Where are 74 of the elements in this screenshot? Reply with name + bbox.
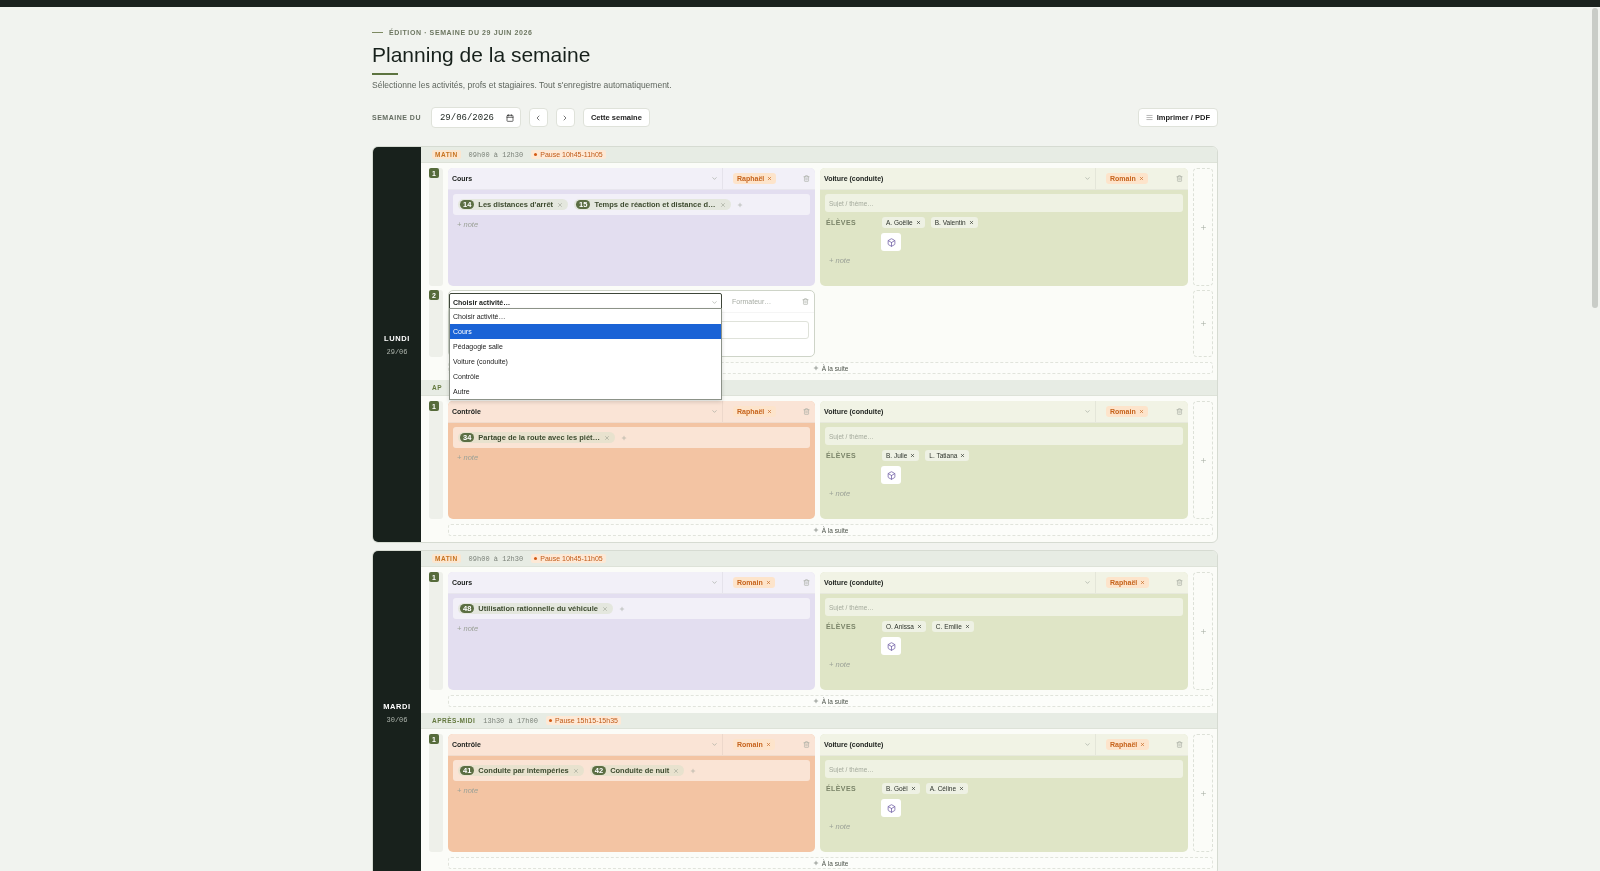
chevron-down-icon	[711, 741, 718, 748]
scrollbar-thumb[interactable]	[1592, 8, 1598, 308]
chevron-down-icon	[1084, 408, 1091, 415]
page-title: Planning de la semaine	[372, 43, 592, 67]
add-slot-button[interactable]	[1193, 734, 1213, 852]
plus-icon	[812, 860, 819, 866]
trash-icon	[1176, 741, 1183, 748]
remove-icon	[910, 453, 916, 458]
remove-icon	[915, 220, 921, 225]
add-slot-button[interactable]	[1193, 290, 1213, 357]
cube-button[interactable]	[881, 637, 901, 655]
cube-icon	[886, 470, 896, 480]
plus-icon	[1199, 320, 1207, 327]
plus-icon	[618, 605, 625, 612]
lines-icon	[1145, 114, 1153, 121]
chevron-down-icon	[711, 408, 718, 415]
trash-icon	[802, 298, 809, 305]
remove-icon	[916, 624, 922, 629]
plus-icon	[812, 365, 819, 371]
remove-icon	[604, 434, 611, 441]
remove-icon	[959, 786, 965, 791]
cube-button[interactable]	[881, 233, 901, 251]
page-subtitle: Sélectionne les activités, profs et stagiaires. Tout s'enregistre automatiquement.	[372, 80, 673, 90]
plus-icon	[690, 767, 697, 774]
chevron-down-icon	[711, 579, 718, 586]
plus-icon	[812, 698, 819, 704]
chevron-down-icon	[711, 175, 718, 182]
remove-icon	[1138, 176, 1144, 181]
remove-icon	[765, 580, 771, 585]
plus-icon	[736, 201, 743, 208]
plus-icon	[621, 434, 628, 441]
next-button[interactable]	[555, 108, 575, 127]
add-slot-button[interactable]	[1193, 168, 1213, 286]
remove-icon	[767, 409, 773, 414]
cube-button[interactable]	[881, 466, 901, 484]
plus-icon	[1199, 223, 1207, 231]
remove-icon	[557, 201, 564, 208]
remove-icon	[910, 786, 916, 791]
add-slot-button[interactable]	[1193, 572, 1213, 690]
plus-icon	[1199, 627, 1207, 635]
remove-icon	[572, 767, 579, 774]
cube-icon	[886, 237, 896, 247]
chevron-down-icon	[1084, 579, 1091, 586]
chevron-down-icon	[1084, 741, 1091, 748]
remove-icon	[767, 176, 773, 181]
remove-icon	[964, 624, 970, 629]
trash-icon	[1176, 175, 1183, 182]
date-field[interactable]: 29/06/2026	[430, 107, 521, 128]
trash-icon	[803, 741, 810, 748]
remove-icon	[765, 742, 771, 747]
add-slot-button[interactable]	[1193, 401, 1213, 519]
remove-icon	[719, 201, 726, 208]
remove-icon	[673, 767, 680, 774]
cube-icon	[886, 641, 896, 651]
cube-button[interactable]	[881, 799, 901, 817]
remove-icon	[960, 453, 966, 458]
remove-icon	[968, 220, 974, 225]
trash-icon	[803, 579, 810, 586]
remove-icon	[601, 605, 608, 612]
chevron-down-icon	[711, 298, 718, 306]
plus-icon	[812, 527, 819, 533]
chevron-down-icon	[1084, 175, 1091, 182]
previous-button[interactable]	[528, 108, 548, 127]
remove-icon	[1138, 409, 1144, 414]
plus-icon	[1199, 456, 1207, 464]
trash-icon	[803, 408, 810, 415]
trash-icon	[1176, 579, 1183, 586]
remove-icon	[1140, 742, 1146, 747]
remove-icon	[1140, 580, 1146, 585]
cube-icon	[886, 803, 896, 813]
calendar-icon	[505, 113, 514, 122]
trash-icon	[1176, 408, 1183, 415]
plus-icon	[1199, 789, 1207, 797]
trash-icon	[803, 175, 810, 182]
